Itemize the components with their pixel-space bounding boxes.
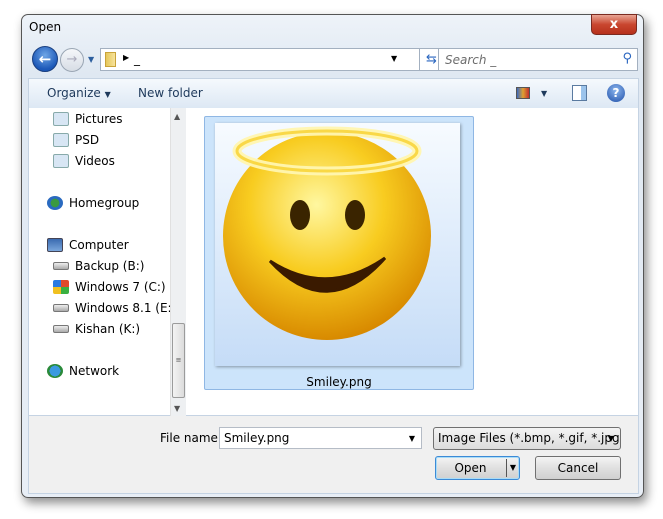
open-label: Open <box>454 461 487 475</box>
file-name-label: File name: <box>160 431 222 445</box>
sidebar-item-kishan[interactable]: Kishan (K:) <box>53 322 140 336</box>
sidebar-item-label: Network <box>69 364 120 378</box>
open-options-dropdown-icon[interactable]: ▼ <box>506 459 519 477</box>
drive-icon <box>53 304 69 312</box>
file-thumbnail <box>215 123 460 366</box>
pictures-library-icon <box>53 112 69 126</box>
sidebar-item-windows-7[interactable]: Windows 7 (C:) <box>53 280 166 294</box>
file-name-input[interactable]: Smiley.png ▼ <box>219 427 422 449</box>
chevron-down-icon: ▼ <box>104 90 111 99</box>
search-icon[interactable]: ⚲ <box>622 51 632 66</box>
search-input[interactable]: Search _ ⚲ <box>438 48 638 71</box>
sidebar-item-label: Windows 8.1 (E:) <box>75 301 177 315</box>
breadcrumb-arrow-icon[interactable]: ▶ <box>123 53 129 62</box>
address-dropdown-icon[interactable]: ▼ <box>391 54 397 63</box>
scrollbar-thumb[interactable]: ≡ <box>172 323 185 398</box>
organize-button[interactable]: Organize ▼ <box>47 86 111 100</box>
sidebar-item-label: PSD <box>75 133 100 147</box>
windows-drive-icon <box>53 280 69 294</box>
sidebar-item-psd[interactable]: PSD <box>53 133 99 147</box>
drive-icon <box>53 325 69 333</box>
sidebar-item-label: Homegroup <box>69 196 140 210</box>
sidebar-item-label: Computer <box>69 238 129 252</box>
file-name-label: Smiley.png <box>306 375 372 389</box>
bottom-pane: File name: Smiley.png ▼ Image Files (*.bm… <box>28 416 639 494</box>
smiley-image <box>223 126 431 340</box>
address-bar[interactable]: ▶ _ ▼ <box>100 48 420 71</box>
drive-icon <box>53 262 69 270</box>
forward-button[interactable]: → <box>60 48 84 72</box>
sidebar-scrollbar[interactable]: ▲ ≡ ▼ <box>170 108 186 416</box>
view-dropdown-icon[interactable]: ▼ <box>541 89 547 98</box>
toolbar: Organize ▼ New folder ▼ ? <box>28 78 639 108</box>
open-dialog: Open x ← → ▼ ▶ _ ▼ ⇆ Search _ ⚲ Organize… <box>21 14 644 498</box>
sidebar-item-backup[interactable]: Backup (B:) <box>53 259 144 273</box>
preview-pane-icon[interactable] <box>572 85 587 101</box>
file-name-dropdown-icon[interactable]: ▼ <box>409 434 415 443</box>
library-icon <box>53 133 69 147</box>
sidebar-item-label: Windows 7 (C:) <box>75 280 166 294</box>
back-button[interactable]: ← <box>32 46 58 72</box>
sidebar-item-videos[interactable]: Videos <box>53 154 115 168</box>
homegroup-icon <box>47 196 63 210</box>
scroll-up-icon[interactable]: ▲ <box>174 112 180 121</box>
navigation-pane: Pictures PSD Videos Homegroup Computer B… <box>29 108 186 416</box>
sidebar-item-computer[interactable]: Computer <box>47 238 129 252</box>
videos-library-icon <box>53 154 69 168</box>
organize-label: Organize <box>47 86 101 100</box>
file-type-value: Image Files (*.bmp, *.gif, *.jpg, <box>438 431 621 445</box>
sidebar-item-windows-8-1[interactable]: Windows 8.1 (E:) <box>53 301 176 315</box>
file-type-select[interactable]: Image Files (*.bmp, *.gif, *.jpg, ▼ <box>433 427 621 450</box>
content-area: Pictures PSD Videos Homegroup Computer B… <box>28 108 639 416</box>
scroll-down-icon[interactable]: ▼ <box>174 404 180 413</box>
file-name-value: Smiley.png <box>224 431 290 445</box>
address-path: _ <box>134 52 140 66</box>
search-placeholder: Search _ <box>445 53 497 67</box>
window-title: Open <box>29 20 62 34</box>
sidebar-item-pictures[interactable]: Pictures <box>53 112 123 126</box>
network-icon <box>47 364 63 378</box>
cancel-button[interactable]: Cancel <box>535 456 621 480</box>
sidebar-item-network[interactable]: Network <box>47 364 119 378</box>
change-view-icon[interactable] <box>516 87 530 99</box>
file-item-smiley[interactable]: Smiley.png <box>204 116 474 390</box>
help-icon[interactable]: ? <box>607 84 625 102</box>
file-type-dropdown-icon: ▼ <box>607 434 614 443</box>
sidebar-item-label: Videos <box>75 154 115 168</box>
sidebar-item-label: Kishan (K:) <box>75 322 141 336</box>
open-button[interactable]: Open ▼ <box>435 456 520 480</box>
close-button[interactable]: x <box>591 14 637 35</box>
folder-icon <box>105 52 116 67</box>
new-folder-button[interactable]: New folder <box>138 86 203 100</box>
computer-icon <box>47 238 63 252</box>
recent-pages-dropdown-icon[interactable]: ▼ <box>88 55 94 64</box>
sidebar-item-label: Backup (B:) <box>75 259 145 273</box>
sidebar-item-homegroup[interactable]: Homegroup <box>47 196 139 210</box>
sidebar-item-label: Pictures <box>75 112 123 126</box>
